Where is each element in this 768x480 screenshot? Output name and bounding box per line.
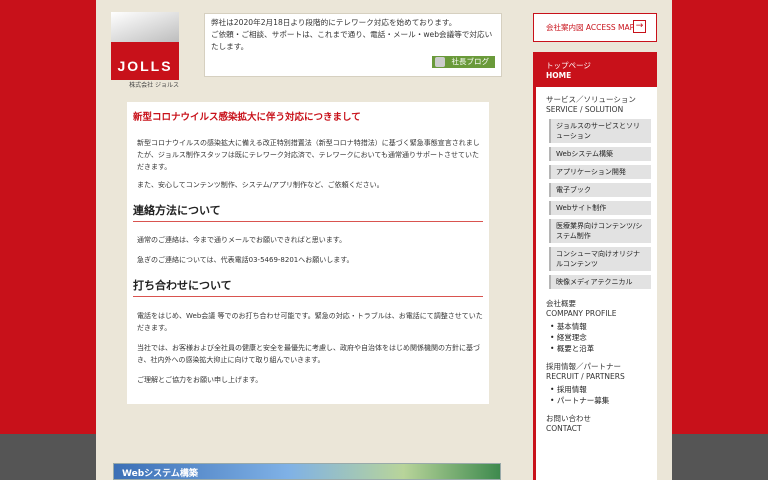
main-content: 新型コロナウイルス感染拡大に伴う対応につきまして 新型コロナウイルスの感染拡大に… bbox=[127, 102, 489, 404]
intro-paragraph-2: また、安心してコンテンツ制作、システム/アプリ制作など、ご依頼ください。 bbox=[137, 181, 384, 189]
contact-method-heading: 連絡方法について bbox=[133, 202, 483, 222]
nav-service-item[interactable]: 電子ブック bbox=[549, 183, 651, 197]
web-system-banner[interactable]: Webシステム構築 bbox=[113, 463, 501, 480]
access-map-button[interactable]: 会社案内図 ACCESS MAP → bbox=[533, 13, 657, 42]
nav-service-item[interactable]: 映像メディアテクニカル bbox=[549, 275, 651, 289]
nav-service-item[interactable]: Webシステム構築 bbox=[549, 147, 651, 161]
nav-service-item[interactable]: アプリケーション開発 bbox=[549, 165, 651, 179]
nav-company-en: COMPANY PROFILE bbox=[546, 309, 617, 318]
telework-notice: 弊社は2020年2月18日より段階的にテレワーク対応を始めております。 ご依頼・… bbox=[204, 13, 502, 77]
nav-contact-en: CONTACT bbox=[546, 424, 582, 433]
nav-home-en: HOME bbox=[546, 71, 572, 80]
nav-service-en: SERVICE / SOLUTION bbox=[546, 105, 624, 114]
nav-recruit-item[interactable]: パートナー募集 bbox=[550, 395, 657, 406]
notice-line-2: ご依頼・ご相談、サポートは、これまで通り、電話・メール・web会議等で対応いたし… bbox=[211, 30, 493, 51]
sidebar-nav: トップページ HOME サービス／ソリューション SERVICE / SOLUT… bbox=[533, 52, 657, 480]
meeting-paragraph-2: 当社では、お客様および全社員の健康と安全を最優先に考慮し、政府や自治体をはじめ関… bbox=[137, 344, 480, 364]
nav-service-item[interactable]: Webサイト制作 bbox=[549, 201, 651, 215]
nav-contact-heading[interactable]: お問い合わせ CONTACT bbox=[536, 414, 657, 434]
nav-company-heading[interactable]: 会社概要 COMPANY PROFILE bbox=[536, 299, 657, 319]
jolls-logo[interactable]: JOLLS bbox=[111, 12, 179, 80]
nav-company-ja: 会社概要 bbox=[546, 299, 576, 308]
logo-stripe bbox=[111, 12, 179, 42]
company-list: 基本情報 経営理念 概要と沿革 bbox=[550, 321, 657, 354]
nav-service-heading[interactable]: サービス／ソリューション SERVICE / SOLUTION bbox=[536, 95, 657, 115]
meeting-heading: 打ち合わせについて bbox=[133, 277, 483, 297]
nav-service-item[interactable]: コンシューマ向けオリジナルコンテンツ bbox=[549, 247, 651, 271]
nav-company-item[interactable]: 経営理念 bbox=[550, 332, 657, 343]
nav-recruit-heading[interactable]: 採用情報／パートナー RECRUIT / PARTNERS bbox=[536, 362, 657, 382]
meeting-paragraph-3: ご理解とご協力をお願い申し上げます。 bbox=[137, 376, 263, 384]
nav-service-item[interactable]: ジョルスのサービスとソリューション bbox=[549, 119, 651, 143]
nav-recruit-en: RECRUIT / PARTNERS bbox=[546, 372, 625, 381]
nav-home-ja: トップページ bbox=[546, 61, 591, 70]
logo-wordmark: JOLLS bbox=[117, 58, 173, 74]
arrow-right-icon: → bbox=[633, 20, 646, 33]
notice-line-1: 弊社は2020年2月18日より段階的にテレワーク対応を始めております。 bbox=[211, 18, 457, 27]
access-map-label: 会社案内図 ACCESS MAP bbox=[546, 23, 635, 32]
nav-home[interactable]: トップページ HOME bbox=[536, 52, 657, 87]
recruit-list: 採用情報 パートナー募集 bbox=[550, 384, 657, 406]
nav-recruit-ja: 採用情報／パートナー bbox=[546, 362, 621, 371]
intro-paragraph: 新型コロナウイルスの感染拡大に備える改正特別措置法（新型コロナ特措法）に基づく緊… bbox=[137, 139, 480, 171]
meeting-paragraph-1: 電話をはじめ、Web会議 等でのお打ち合わせ可能です。緊急の対応・トラブルは、お… bbox=[137, 312, 483, 332]
page-title: 新型コロナウイルス感染拡大に伴う対応につきまして bbox=[133, 112, 361, 123]
nav-contact-ja: お問い合わせ bbox=[546, 414, 591, 423]
banner-label: Webシステム構築 bbox=[122, 469, 198, 479]
ceo-photo-icon bbox=[434, 57, 445, 67]
nav-recruit-item[interactable]: 採用情報 bbox=[550, 384, 657, 395]
ceo-blog-button[interactable]: 社長ブログ bbox=[431, 56, 495, 68]
nav-service-ja: サービス／ソリューション bbox=[546, 95, 636, 104]
contact-paragraph-2: 急ぎのご連絡については、代表電話03-5469-8201へお願いします。 bbox=[137, 256, 354, 264]
ceo-blog-label: 社長ブログ bbox=[451, 57, 490, 66]
nav-company-item[interactable]: 概要と沿革 bbox=[550, 343, 657, 354]
logo-subtext: 株式会社 ジョルス bbox=[129, 82, 179, 89]
nav-company-item[interactable]: 基本情報 bbox=[550, 321, 657, 332]
nav-service-item[interactable]: 医療業界向けコンテンツ/システム制作 bbox=[549, 219, 651, 243]
contact-paragraph-1: 通常のご連絡は、今まで通りメールでお願いできればと思います。 bbox=[137, 236, 347, 244]
